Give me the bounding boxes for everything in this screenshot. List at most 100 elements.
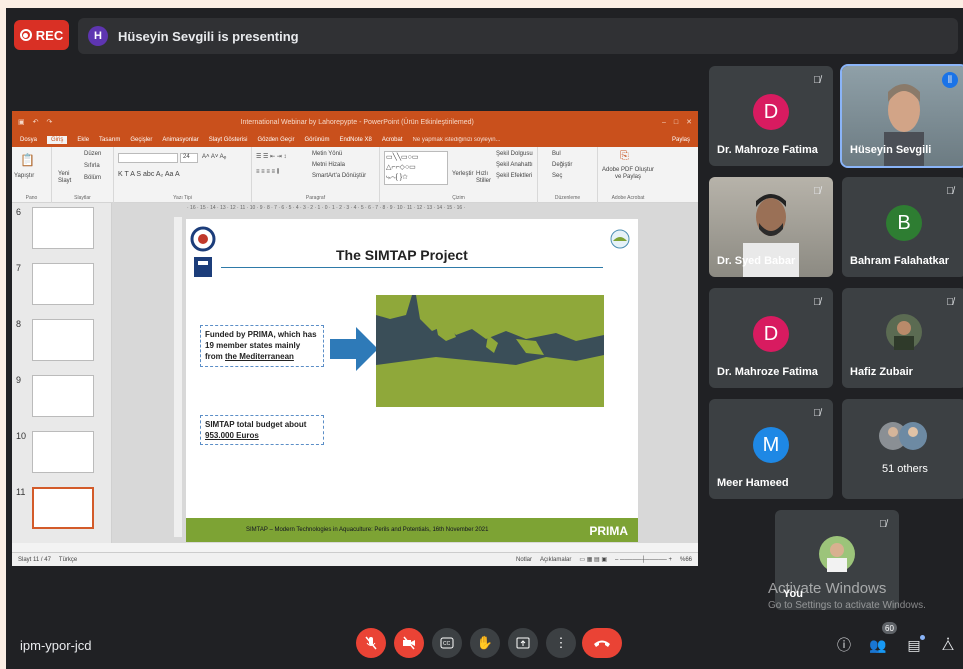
participant-tile[interactable]: 🎙̸ D Dr. Mahroze Fatima	[709, 66, 833, 166]
raise-hand-button[interactable]: ✋	[470, 628, 500, 658]
mic-off-icon: 🎙̸	[813, 74, 821, 86]
replace-button[interactable]: Değiştir	[552, 162, 572, 168]
present-button[interactable]	[508, 628, 538, 658]
adobe-pdf-button[interactable]: Adobe PDF Oluştur ve Paylaş	[600, 167, 656, 181]
quick-styles-button[interactable]: Hızlı Stiller	[476, 171, 494, 185]
list-icons[interactable]: ☰ ☰ ⇤ ⇥ ↕	[256, 153, 286, 160]
tab-gozden-gecir[interactable]: Gözden Geçir	[257, 137, 294, 143]
text-direction-button[interactable]: Metin Yönü	[312, 151, 342, 157]
zoom-level[interactable]: %66	[680, 557, 692, 563]
slide-thumbnail[interactable]	[32, 431, 94, 473]
shape-outline-button[interactable]: Şekil Anahattı	[496, 162, 533, 168]
activities-button[interactable]: ⧊	[938, 635, 958, 655]
find-button[interactable]: Bul	[552, 151, 561, 157]
meeting-details-button[interactable]: ⓘ	[834, 635, 854, 655]
slide-thumbnail[interactable]	[32, 207, 94, 249]
tab-animasyonlar[interactable]: Animasyonlar	[162, 137, 198, 143]
shared-presentation[interactable]: ▣ ↶ ↷ International Webinar by Lahorepyp…	[12, 111, 698, 566]
mic-off-icon: 🎙̸	[813, 185, 821, 197]
smartart-button[interactable]: SmartArt'a Dönüştür	[312, 173, 366, 179]
font-name-input[interactable]	[118, 153, 178, 163]
font-grow-icon[interactable]: A˄ A˅ Aᵩ	[202, 154, 226, 160]
tab-endnote[interactable]: EndNote X8	[339, 137, 371, 143]
font-size-input[interactable]: 24	[180, 153, 198, 163]
participant-tile[interactable]: 🎙̸ Dr. Syed Babar	[709, 177, 833, 277]
tab-gorunum[interactable]: Görünüm	[304, 137, 329, 143]
ppt-search-hint[interactable]: Ne yapmak istediğinizi söyleyin...	[413, 137, 501, 143]
select-button[interactable]: Seç	[552, 173, 562, 179]
new-slide-button[interactable]: Yeni Slayt	[58, 171, 80, 185]
budget-textbox[interactable]: SIMTAP total budget about 953.000 Euros	[200, 415, 324, 445]
others-avatars	[879, 422, 927, 450]
tab-acrobat[interactable]: Acrobat	[382, 137, 403, 143]
view-buttons[interactable]: ▭ ▦ ▤ ▣	[579, 556, 607, 563]
participant-name: Hüseyin Sevgili	[850, 144, 932, 156]
comments-button[interactable]: Açıklamalar	[540, 557, 571, 563]
align-text-button[interactable]: Metni Hizala	[312, 162, 345, 168]
layout-button[interactable]: Düzen	[84, 151, 101, 157]
slide-thumbnail[interactable]	[32, 263, 94, 305]
slide-thumbnails-panel[interactable]: 6 7 8 9 10 11	[12, 203, 112, 543]
participant-tile[interactable]: 🎙̸ M Meer Hameed	[709, 399, 833, 499]
paste-button[interactable]: Yapıştır	[14, 173, 34, 179]
reset-button[interactable]: Sıfırla	[84, 163, 100, 169]
camera-toggle-button[interactable]	[394, 628, 424, 658]
thumb-number: 7	[16, 263, 22, 273]
notes-button[interactable]: Notlar	[516, 557, 532, 563]
rec-indicator[interactable]: REC	[14, 20, 69, 50]
mic-off-icon: 🎙̸	[879, 518, 887, 530]
current-slide[interactable]: The SIMTAP Project Funded by PRIMA, whic…	[186, 219, 638, 542]
prima-logo: PRIMA	[589, 524, 628, 538]
leave-call-button[interactable]	[582, 628, 622, 658]
participant-tile[interactable]: 🎙̸ B Bahram Falahatkar	[842, 177, 963, 277]
section-button[interactable]: Bölüm	[84, 175, 101, 181]
maximize-icon: □	[673, 118, 679, 126]
tab-slayt-gosterisi[interactable]: Slayt Gösterisi	[209, 137, 248, 143]
chat-icon: ▤	[907, 636, 921, 653]
slide-thumbnail[interactable]	[32, 375, 94, 417]
tab-giris[interactable]: Giriş	[47, 136, 68, 144]
funding-textbox[interactable]: Funded by PRIMA, which has 19 member sta…	[200, 325, 324, 367]
others-tile[interactable]: 51 others	[842, 399, 963, 499]
thumb-number: 10	[16, 431, 27, 441]
participant-tile[interactable]: 🎙̸ D Dr. Mahroze Fatima	[709, 288, 833, 388]
mediterranean-map	[376, 295, 604, 407]
align-icons[interactable]: ≡ ≡ ≡ ≡ ⫼	[256, 169, 279, 176]
ppt-title-bar: ▣ ↶ ↷ International Webinar by Lahorepyp…	[12, 111, 698, 133]
thumb-number: 9	[16, 375, 22, 385]
undo-icon: ↶	[32, 119, 39, 126]
slide-thumbnail[interactable]	[32, 319, 94, 361]
speaking-indicator-icon: ⦀	[942, 72, 958, 88]
more-options-button[interactable]: ⋮	[546, 628, 576, 658]
share-button[interactable]: Paylaş	[672, 137, 690, 143]
funding-text-underlined: the Mediterranean	[225, 352, 294, 361]
arrange-button[interactable]: Yerleştir	[452, 171, 473, 177]
ribbon-group-acrobat: ⎘ Adobe PDF Oluştur ve Paylaş Adobe Acro…	[598, 147, 658, 203]
shape-effects-button[interactable]: Şekil Efektleri	[496, 173, 532, 179]
slide-thumbnail-active[interactable]	[32, 487, 94, 529]
font-style-buttons[interactable]: K T A S abc A₂ Aa A	[118, 171, 180, 178]
info-icon: ⓘ	[837, 637, 851, 653]
present-icon	[516, 637, 530, 649]
activities-icon: ⧊	[941, 636, 955, 653]
mic-off-icon: 🎙̸	[813, 296, 821, 308]
captions-button[interactable]: CC	[432, 628, 462, 658]
shape-fill-button[interactable]: Şekil Dolgusu	[496, 151, 533, 157]
slide-editor-canvas[interactable]: · 16 · 15 · 14 · 13 · 12 · 11 · 10 · 9 ·…	[112, 203, 698, 543]
camera-off-icon	[403, 636, 415, 650]
ribbon-group-slides: Yeni Slayt Düzen Sıfırla Bölüm Slaytlar	[52, 147, 114, 203]
tab-tasarim[interactable]: Tasarım	[99, 137, 120, 143]
tab-dosya[interactable]: Dosya	[20, 137, 37, 143]
presenter-avatar: H	[88, 26, 108, 46]
shapes-gallery[interactable]: ▭╲╲▭○▭ △⌐⌐◇○▭ ⤷⌒{ }☆	[384, 151, 448, 185]
people-button[interactable]: 👥	[868, 635, 888, 655]
zoom-slider[interactable]: – ─────┼───── +	[615, 557, 672, 563]
captions-icon: CC	[440, 637, 454, 649]
mic-toggle-button[interactable]	[356, 628, 386, 658]
participant-tile[interactable]: 🎙̸ Hafiz Zubair	[842, 288, 963, 388]
language-indicator[interactable]: Türkçe	[59, 557, 77, 563]
tab-ekle[interactable]: Ekle	[77, 137, 89, 143]
tab-gecisler[interactable]: Geçişler	[130, 137, 152, 143]
participant-tile-speaking[interactable]: ⦀ Hüseyin Sevgili	[840, 64, 963, 168]
vertical-ruler	[174, 217, 182, 537]
